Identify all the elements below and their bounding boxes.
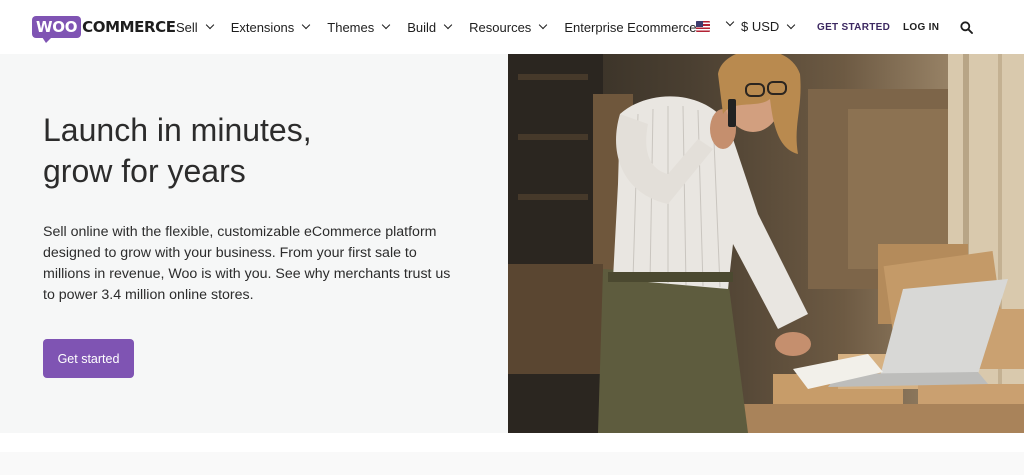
chevron-down-icon (205, 20, 214, 30)
chevron-down-icon[interactable] (725, 17, 735, 27)
nav-item-resources[interactable]: Resources (469, 19, 548, 35)
chevron-down-icon (382, 20, 391, 30)
search-icon[interactable] (960, 21, 973, 34)
hero-photo-illustration (508, 54, 1024, 433)
hero-title: Launch in minutes, grow for years (43, 110, 483, 192)
nav-item-label: Extensions (230, 19, 295, 35)
nav-item-extensions[interactable]: Extensions (230, 19, 311, 35)
chevron-down-icon (443, 20, 453, 30)
nav-item-label: Sell (176, 19, 198, 35)
nav-item-themes[interactable]: Themes (327, 19, 391, 35)
get-started-button[interactable]: Get started (43, 339, 134, 378)
nav-item-label: Build (407, 19, 437, 35)
get-started-link[interactable]: GET STARTED (817, 22, 890, 33)
logo-mark: WOO (32, 16, 82, 43)
logo-wordmark: COMMERCE (82, 18, 176, 36)
main-nav: Sell Extensions Themes Build Resources E… (176, 0, 715, 54)
chevron-down-icon (539, 20, 548, 30)
nav-item-label: Enterprise Ecommerce (564, 19, 697, 35)
hero-description: Sell online with the flexible, customiza… (43, 224, 451, 303)
nav-item-sell[interactable]: Sell (176, 19, 214, 35)
chevron-down-icon (302, 20, 311, 30)
woocommerce-logo[interactable]: WOO COMMERCE (32, 15, 176, 43)
next-section-edge (0, 452, 1024, 475)
chevron-down-icon (787, 20, 796, 29)
nav-item-label: Resources (469, 19, 532, 35)
currency-selector[interactable]: $ USD (741, 19, 796, 34)
hero-title-line-1: Launch in minutes, (43, 112, 312, 148)
hero-title-line-2: grow for years (43, 153, 246, 189)
nav-item-label: Themes (327, 19, 375, 35)
nav-item-build[interactable]: Build (407, 19, 453, 35)
currency-label: $ USD (741, 19, 780, 34)
nav-item-enterprise-ecommerce[interactable]: Enterprise Ecommerce (564, 20, 696, 35)
site-header: WOO COMMERCE Sell Extensions Themes Buil… (0, 0, 1024, 54)
us-flag-icon[interactable] (696, 21, 710, 32)
login-link[interactable]: LOG IN (903, 22, 939, 33)
hero-photo-merchant-packing-boxes (508, 54, 1024, 433)
